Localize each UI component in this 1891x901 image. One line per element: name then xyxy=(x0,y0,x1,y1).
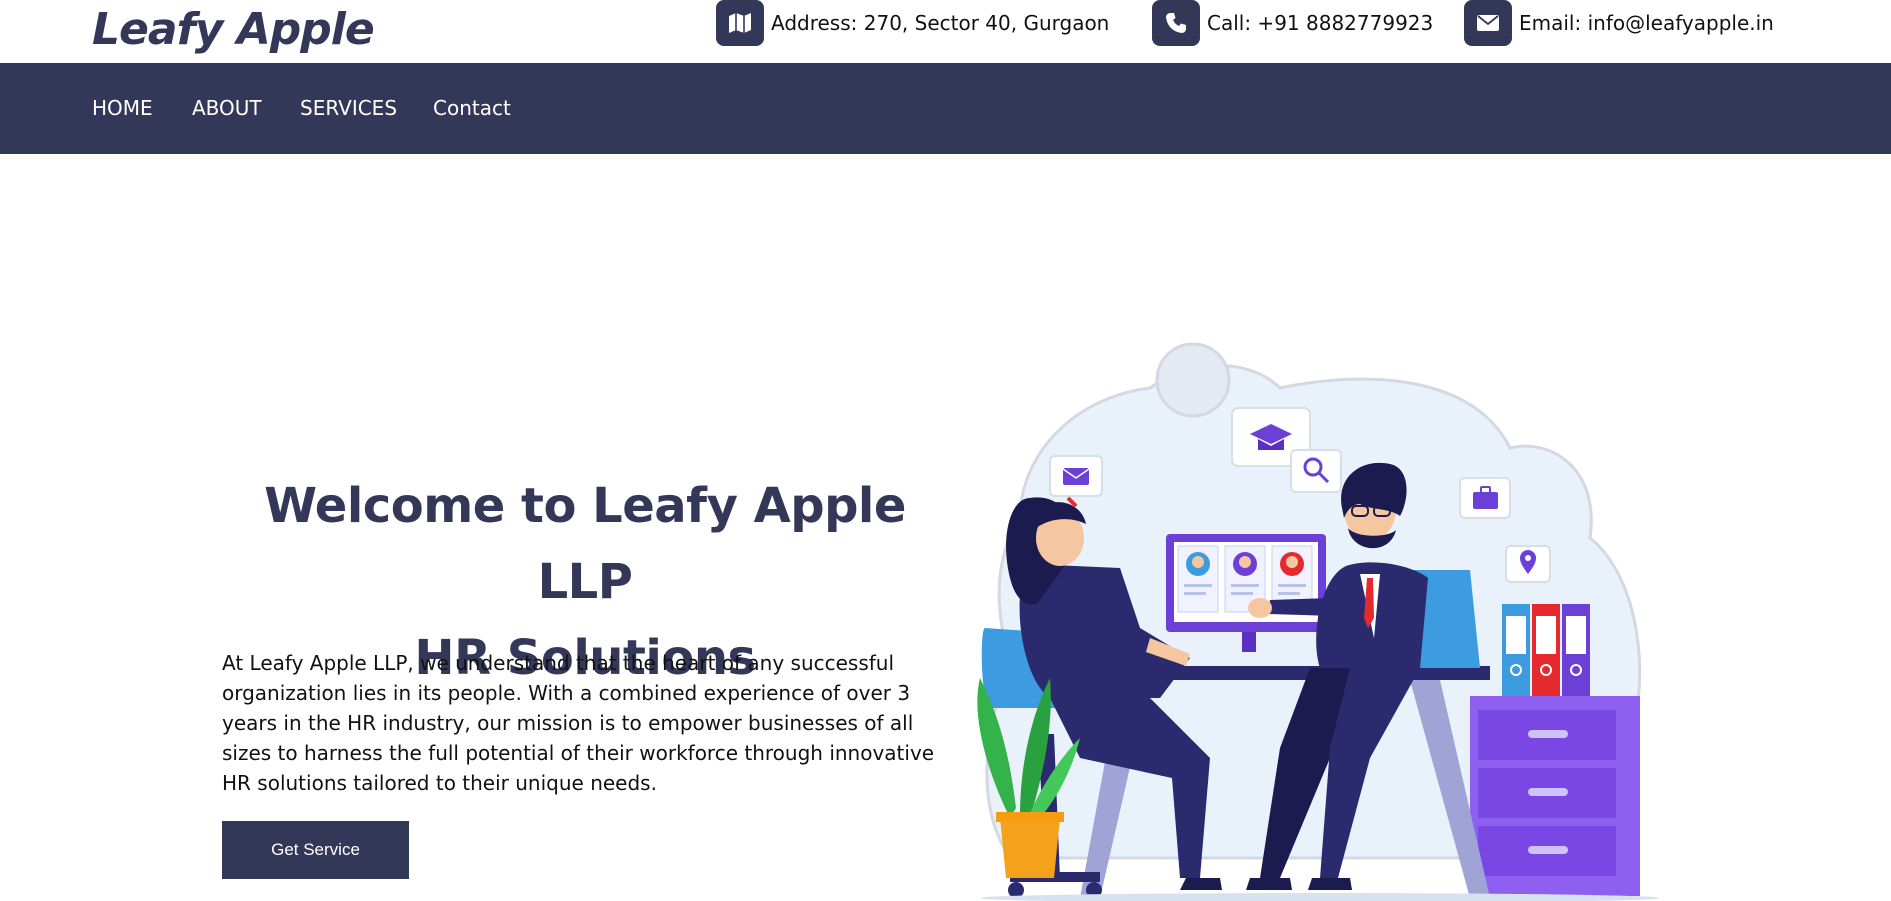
hero-paragraph-line: years in the HR industry, our mission is… xyxy=(222,711,914,735)
decor-circle xyxy=(1155,342,1231,418)
map-icon xyxy=(716,0,764,46)
hero-paragraph-line: sizes to harness the full potential of t… xyxy=(222,741,935,765)
binders xyxy=(1502,604,1590,696)
phone-text[interactable]: Call: +91 8882779923 xyxy=(1207,11,1433,35)
location-pin-icon xyxy=(1505,545,1551,583)
get-service-button[interactable]: Get Service xyxy=(222,821,409,879)
magnifier-icon xyxy=(1290,449,1342,493)
phone-icon xyxy=(1152,0,1200,46)
address-text: Address: 270, Sector 40, Gurgaon xyxy=(771,11,1110,35)
contact-phone: Call: +91 8882779923 xyxy=(1152,0,1433,46)
brand-logo[interactable]: Leafy Apple xyxy=(92,4,375,55)
nav-item-about[interactable]: ABOUT xyxy=(192,63,262,154)
hero-paragraph-line: At Leafy Apple LLP, we understand that t… xyxy=(222,651,895,675)
email-text[interactable]: Email: info@leafyapple.in xyxy=(1519,11,1774,35)
hr-interview-illustration xyxy=(977,342,1660,901)
top-bar: Leafy Apple Address: 270, Sector 40, Gur… xyxy=(0,0,1891,63)
drawer-cabinet xyxy=(1470,696,1640,896)
hero-paragraph: At Leafy Apple LLP, we understand that t… xyxy=(222,648,942,798)
nav-item-services[interactable]: SERVICES xyxy=(300,63,397,154)
contact-address: Address: 270, Sector 40, Gurgaon xyxy=(716,0,1109,46)
nav-item-contact[interactable]: Contact xyxy=(433,63,511,154)
envelope-icon xyxy=(1464,0,1512,46)
contact-email: Email: info@leafyapple.in xyxy=(1464,0,1774,46)
hero-paragraph-line: organization lies in its people. With a … xyxy=(222,681,911,705)
briefcase-icon xyxy=(1459,477,1511,519)
hero-paragraph-line: HR solutions tailored to their unique ne… xyxy=(222,771,657,795)
hero-title-line-1: Welcome to Leafy Apple LLP xyxy=(264,478,906,610)
main-nav: HOME ABOUT SERVICES Contact xyxy=(0,63,1891,154)
envelope-card-icon xyxy=(1049,455,1103,497)
nav-item-home[interactable]: HOME xyxy=(92,63,153,154)
